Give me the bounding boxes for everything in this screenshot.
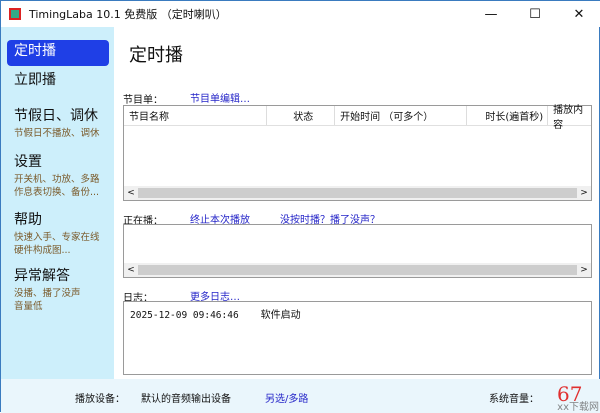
program-list-label: 节目单： bbox=[123, 95, 163, 106]
sidebar-item-timed-play[interactable]: 定时播 bbox=[7, 40, 109, 66]
table-header: 节目名称 状态 开始时间 （可多个） 时长(遍首秒) 播放内容 bbox=[124, 105, 591, 131]
horizontal-scrollbar[interactable]: < > bbox=[124, 186, 591, 200]
sidebar-item-desc: 音量低 bbox=[14, 301, 43, 312]
sidebar: 定时播 立即播 节假日、调休节假日不播放、调休 设置开关机、功放、多路 作息表切换… bbox=[1, 27, 114, 379]
scroll-thumb[interactable] bbox=[138, 265, 577, 275]
page-title: 定时播 bbox=[129, 45, 183, 66]
program-table[interactable]: 节目名称 状态 开始时间 （可多个） 时长(遍首秒) 播放内容 < > bbox=[123, 105, 592, 201]
sidebar-item-label: 立即播 bbox=[14, 72, 56, 88]
sidebar-item-troubleshoot[interactable]: 异常解答没播、播了没声 音量低 bbox=[7, 265, 109, 313]
sidebar-item-label: 定时播 bbox=[14, 43, 56, 59]
volume-label: 系统音量： bbox=[489, 394, 539, 405]
log-box[interactable]: 2025-12-09 09:46:46 软件启动 bbox=[123, 301, 592, 375]
close-button[interactable]: ✕ bbox=[557, 1, 600, 27]
sidebar-item-desc: 作息表切换、备份... bbox=[14, 187, 100, 198]
sidebar-item-settings[interactable]: 设置开关机、功放、多路 作息表切换、备份... bbox=[7, 151, 109, 199]
program-edit-link[interactable]: 节目单编辑… bbox=[190, 90, 250, 105]
column-name[interactable]: 节目名称 bbox=[124, 106, 268, 125]
sidebar-item-instant-play[interactable]: 立即播 bbox=[7, 69, 109, 91]
log-time: 2025-12-09 09:46:46 bbox=[130, 310, 239, 321]
minimize-button[interactable]: — bbox=[469, 1, 513, 27]
sidebar-item-desc: 没播、播了没声 bbox=[14, 288, 81, 299]
sidebar-item-holidays[interactable]: 节假日、调休节假日不播放、调休 bbox=[7, 105, 109, 140]
sidebar-item-desc: 快速入手、专家在线 bbox=[14, 232, 100, 243]
scroll-left-icon[interactable]: < bbox=[124, 265, 138, 275]
scroll-thumb[interactable] bbox=[138, 188, 577, 198]
status-bar: 播放设备： 默认的音频输出设备 另选/多路 系统音量： 67 xx下载网 bbox=[1, 379, 600, 413]
now-playing-list[interactable]: < > bbox=[123, 224, 592, 278]
main-panel: 定时播 节目单： 节目单编辑… 节目名称 状态 开始时间 （可多个） 时长(遍首… bbox=[114, 27, 600, 379]
sidebar-item-label: 节假日、调休 bbox=[14, 108, 98, 124]
column-status[interactable]: 状态 bbox=[267, 106, 336, 125]
device-name: 默认的音频输出设备 bbox=[141, 394, 231, 405]
column-start-time[interactable]: 开始时间 （可多个） bbox=[335, 106, 467, 125]
sidebar-item-label: 异常解答 bbox=[14, 268, 70, 284]
log-entry: 2025-12-09 09:46:46 软件启动 bbox=[130, 306, 585, 321]
window-title: TimingLaba 10.1 免费版 （定时喇叭） bbox=[29, 8, 227, 21]
maximize-button[interactable]: ☐ bbox=[513, 1, 557, 27]
column-content[interactable]: 播放内容 bbox=[548, 105, 591, 131]
sidebar-item-help[interactable]: 帮助快速入手、专家在线 硬件构成图... bbox=[7, 209, 109, 257]
app-icon bbox=[9, 8, 21, 20]
title-bar: TimingLaba 10.1 免费版 （定时喇叭） — ☐ ✕ bbox=[1, 1, 600, 27]
sidebar-item-label: 设置 bbox=[14, 154, 42, 170]
sidebar-item-label: 帮助 bbox=[14, 212, 42, 228]
column-duration[interactable]: 时长(遍首秒) bbox=[467, 106, 549, 125]
sidebar-item-desc: 开关机、功放、多路 bbox=[14, 174, 100, 185]
device-select-link[interactable]: 另选/多路 bbox=[265, 390, 308, 405]
scroll-left-icon[interactable]: < bbox=[124, 188, 138, 198]
sidebar-item-desc: 硬件构成图... bbox=[14, 245, 71, 256]
watermark: xx下载网 bbox=[557, 402, 599, 413]
scroll-right-icon[interactable]: > bbox=[577, 188, 591, 198]
device-label: 播放设备： bbox=[75, 394, 125, 405]
log-message: 软件启动 bbox=[260, 310, 301, 321]
horizontal-scrollbar[interactable]: < > bbox=[124, 263, 591, 277]
sidebar-item-desc: 节假日不播放、调休 bbox=[14, 128, 100, 139]
scroll-right-icon[interactable]: > bbox=[577, 265, 591, 275]
